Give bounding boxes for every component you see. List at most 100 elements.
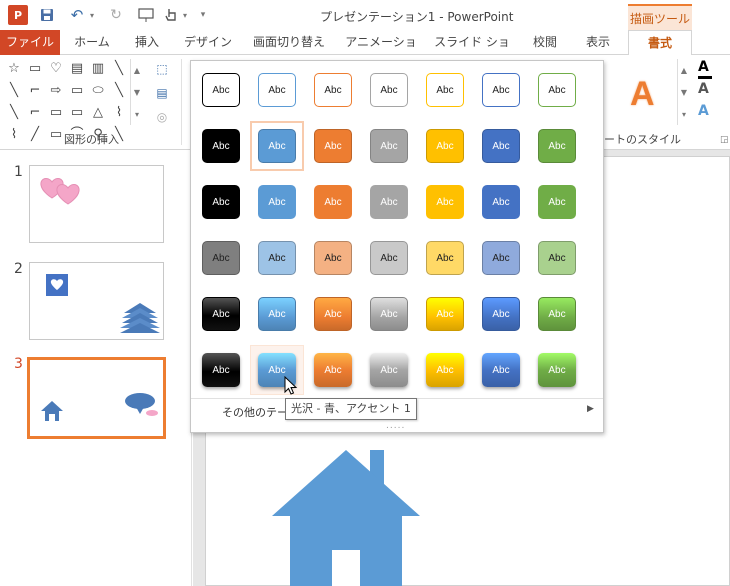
scroll-up-icon[interactable]: ▲: [681, 66, 687, 75]
shape-elbow2-icon[interactable]: ⌐: [26, 103, 44, 123]
style-swatch-r5-c6[interactable]: Abc: [482, 297, 520, 331]
wordart-style-preview[interactable]: A: [630, 75, 655, 114]
tab-transitions[interactable]: 画面切り替え: [243, 30, 335, 55]
shape-vtextbox-icon[interactable]: ▥: [89, 59, 107, 79]
tab-home[interactable]: ホーム: [62, 30, 122, 55]
shape-elbow-icon[interactable]: ⌐: [26, 81, 44, 101]
present-icon[interactable]: [136, 5, 156, 25]
style-swatch-r1-c2[interactable]: Abc: [258, 73, 296, 107]
undo-dropdown-icon[interactable]: ▾: [87, 5, 97, 25]
style-swatch-r5-c5[interactable]: Abc: [426, 297, 464, 331]
textbox-insert-icon[interactable]: ▤: [148, 83, 176, 103]
style-swatch-r4-c4[interactable]: Abc: [370, 241, 408, 275]
more-icon[interactable]: ▾: [682, 110, 686, 119]
style-swatch-r1-c3[interactable]: Abc: [314, 73, 352, 107]
style-swatch-r5-c4[interactable]: Abc: [370, 297, 408, 331]
shape-star-icon[interactable]: ☆: [5, 59, 23, 79]
style-swatch-r3-c4[interactable]: Abc: [370, 185, 408, 219]
shapes-gallery[interactable]: ☆ ▭ ♡ ▤ ▥ ╲ ╲ ⌐ ⇨ ▭ ⬭ ╲ ╲ ⌐ ▭ ▭ △ ⌇ ⌇ ╱ …: [5, 59, 143, 142]
style-swatch-r1-c7[interactable]: Abc: [538, 73, 576, 107]
slide-thumbnail-panel[interactable]: 1 2 3: [0, 150, 192, 586]
shape-line3-icon[interactable]: ╲: [5, 103, 23, 123]
shape-rounded-rect-icon[interactable]: ▭: [68, 103, 86, 123]
style-swatch-r2-c3[interactable]: Abc: [314, 129, 352, 163]
tab-format[interactable]: 書式: [628, 30, 692, 56]
text-effects-icon[interactable]: A: [698, 103, 728, 123]
shapes-gallery-scrollbar[interactable]: ▲ ▼ ▾: [130, 59, 143, 125]
undo-icon[interactable]: ↶: [68, 5, 86, 25]
tab-insert[interactable]: 挿入: [122, 30, 172, 55]
shape-diagonal-icon[interactable]: ╱: [26, 125, 44, 145]
shape-rect3-icon[interactable]: ▭: [47, 125, 65, 145]
customize-qat-icon[interactable]: ▾: [198, 5, 208, 25]
style-swatch-r5-c7[interactable]: Abc: [538, 297, 576, 331]
scroll-down-icon[interactable]: ▼: [134, 88, 140, 97]
powerpoint-logo-icon[interactable]: P: [8, 5, 28, 25]
tab-animations[interactable]: アニメーション: [341, 30, 421, 74]
shape-arrow-line-icon[interactable]: ╲: [5, 81, 23, 101]
style-swatch-r3-c5[interactable]: Abc: [426, 185, 464, 219]
style-swatch-r1-c5[interactable]: Abc: [426, 73, 464, 107]
shape-freeform-icon[interactable]: ⌇: [5, 125, 23, 145]
style-swatch-r1-c6[interactable]: Abc: [482, 73, 520, 107]
shape-rectangle-icon[interactable]: ▭: [68, 81, 86, 101]
style-swatch-r6-c1[interactable]: Abc: [202, 353, 240, 387]
tab-view[interactable]: 表示: [574, 30, 622, 55]
tab-file[interactable]: ファイル: [0, 30, 60, 55]
touch-mode-icon[interactable]: [162, 5, 180, 25]
shape-rect2-icon[interactable]: ▭: [47, 103, 65, 123]
style-swatch-r3-c1[interactable]: Abc: [202, 185, 240, 219]
style-swatch-r6-c4[interactable]: Abc: [370, 353, 408, 387]
tab-design[interactable]: デザイン: [176, 30, 240, 55]
shape-curve-icon[interactable]: ⌇: [110, 103, 128, 123]
style-swatch-r6-c5[interactable]: Abc: [426, 353, 464, 387]
style-swatch-r2-c1[interactable]: Abc: [202, 129, 240, 163]
shape-block-arrow-icon[interactable]: ⇨: [47, 81, 65, 101]
style-swatch-r5-c3[interactable]: Abc: [314, 297, 352, 331]
style-swatch-r4-c1[interactable]: Abc: [202, 241, 240, 275]
style-swatch-r4-c6[interactable]: Abc: [482, 241, 520, 275]
style-swatch-r6-c6[interactable]: Abc: [482, 353, 520, 387]
style-swatch-r2-c7[interactable]: Abc: [538, 129, 576, 163]
tab-slideshow[interactable]: スライド ショー: [429, 30, 515, 74]
more-icon[interactable]: ▾: [135, 110, 139, 119]
shape-textbox-icon[interactable]: ▤: [68, 59, 86, 79]
style-swatch-r3-c3[interactable]: Abc: [314, 185, 352, 219]
shape-triangle-icon[interactable]: △: [89, 103, 107, 123]
style-swatch-r1-c1[interactable]: Abc: [202, 73, 240, 107]
style-swatch-r5-c1[interactable]: Abc: [202, 297, 240, 331]
shape-style-gallery[interactable]: その他のテー ▶ ..... Abc Abc Abc Abc Abc Abc Abc Abc A…: [190, 60, 604, 433]
edit-shape-icon[interactable]: ⬚: [148, 59, 176, 79]
scroll-up-icon[interactable]: ▲: [134, 66, 140, 75]
style-swatch-r2-c2[interactable]: Abc: [258, 129, 296, 163]
merge-shapes-icon[interactable]: ◎: [148, 107, 176, 127]
scroll-down-icon[interactable]: ▼: [681, 88, 687, 97]
wordart-gallery-scrollbar[interactable]: ▲ ▼ ▾: [677, 59, 690, 125]
shape-heart-icon[interactable]: ♡: [47, 59, 65, 79]
shape-line2-icon[interactable]: ╲: [110, 81, 128, 101]
other-theme-fills-item[interactable]: その他のテー: [222, 404, 288, 420]
style-swatch-r3-c2[interactable]: Abc: [258, 185, 296, 219]
resize-grip-icon[interactable]: .....: [386, 421, 405, 431]
house-shape[interactable]: [266, 442, 426, 586]
touch-dropdown-icon[interactable]: ▾: [180, 5, 190, 25]
shape-line-icon[interactable]: ╲: [110, 59, 128, 79]
style-swatch-r3-c7[interactable]: Abc: [538, 185, 576, 219]
slide-thumbnail-2[interactable]: [29, 262, 164, 340]
shape-oval-icon[interactable]: ⬭: [89, 81, 107, 101]
style-swatch-r4-c3[interactable]: Abc: [314, 241, 352, 275]
style-swatch-r2-c6[interactable]: Abc: [482, 129, 520, 163]
style-swatch-r4-c7[interactable]: Abc: [538, 241, 576, 275]
style-swatch-r3-c6[interactable]: Abc: [482, 185, 520, 219]
slide-thumbnail-1[interactable]: [29, 165, 164, 243]
slide-thumbnail-3[interactable]: [27, 357, 166, 439]
style-swatch-r5-c2[interactable]: Abc: [258, 297, 296, 331]
style-swatch-r6-c7[interactable]: Abc: [538, 353, 576, 387]
style-swatch-r4-c5[interactable]: Abc: [426, 241, 464, 275]
shape-callout-icon[interactable]: ▭: [26, 59, 44, 79]
tab-review[interactable]: 校閲: [522, 30, 568, 55]
dialog-launcher-icon[interactable]: ◲: [720, 135, 729, 145]
style-swatch-r6-c3[interactable]: Abc: [314, 353, 352, 387]
save-icon[interactable]: [38, 5, 56, 25]
style-swatch-r2-c4[interactable]: Abc: [370, 129, 408, 163]
